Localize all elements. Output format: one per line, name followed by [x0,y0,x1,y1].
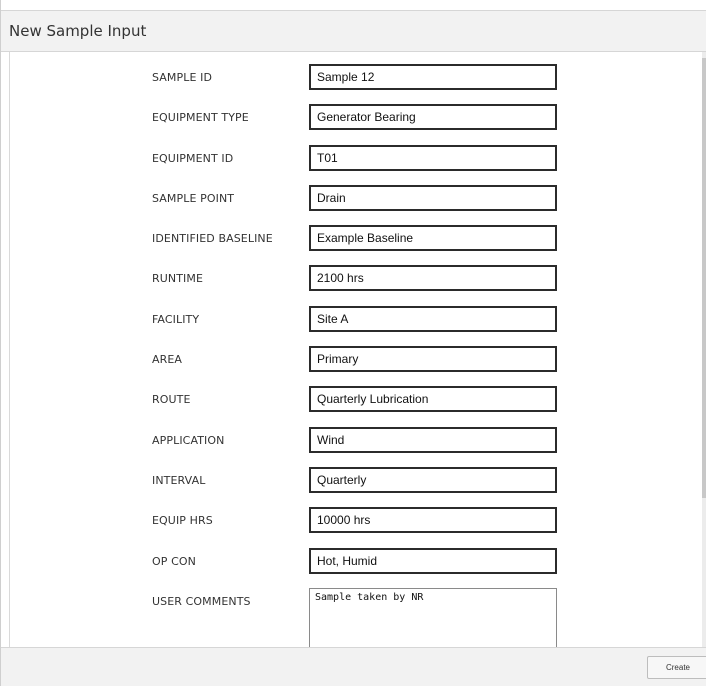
route-field[interactable] [309,386,557,412]
area-field[interactable] [309,346,557,372]
form-body[interactable]: SAMPLE ID EQUIPMENT TYPE EQUIPMENT ID SA… [9,52,706,648]
equipment-id-row: EQUIPMENT ID [10,145,700,173]
dialog-header: New Sample Input [1,10,706,52]
equipment-type-label: EQUIPMENT TYPE [152,111,249,124]
facility-row: FACILITY [10,306,700,334]
equip-hrs-row: EQUIP HRS [10,507,700,535]
equip-hrs-label: EQUIP HRS [152,514,213,527]
application-row: APPLICATION [10,427,700,455]
interval-label: INTERVAL [152,474,206,487]
runtime-field[interactable] [309,265,557,291]
runtime-label: RUNTIME [152,272,204,285]
create-button[interactable]: Create [647,656,706,679]
area-label: AREA [152,353,183,366]
user-comments-row: USER COMMENTS Sample taken by NR [10,588,700,648]
user-comments-label: USER COMMENTS [152,595,251,608]
dialog-title: New Sample Input [9,22,147,40]
user-comments-textarea[interactable]: Sample taken by NR [309,588,557,648]
sample-id-field[interactable] [309,64,557,90]
identified-baseline-label: IDENTIFIED BASELINE [152,232,273,245]
sample-point-label: SAMPLE POINT [152,192,235,205]
facility-label: FACILITY [152,313,200,326]
op-con-row: OP CON [10,548,700,576]
equip-hrs-field[interactable] [309,507,557,533]
interval-field[interactable] [309,467,557,493]
identified-baseline-field[interactable] [309,225,557,251]
sample-point-row: SAMPLE POINT [10,185,700,213]
interval-row: INTERVAL [10,467,700,495]
scrollbar-thumb[interactable] [702,58,706,498]
route-label: ROUTE [152,393,191,406]
application-field[interactable] [309,427,557,453]
area-row: AREA [10,346,700,374]
sample-id-label: SAMPLE ID [152,71,213,84]
op-con-field[interactable] [309,548,557,574]
equipment-id-label: EQUIPMENT ID [152,152,234,165]
identified-baseline-row: IDENTIFIED BASELINE [10,225,700,253]
dialog-footer: Create [1,647,706,686]
sample-point-field[interactable] [309,185,557,211]
equipment-id-field[interactable] [309,145,557,171]
equipment-type-row: EQUIPMENT TYPE [10,104,700,132]
op-con-label: OP CON [152,555,196,568]
application-label: APPLICATION [152,434,225,447]
equipment-type-field[interactable] [309,104,557,130]
new-sample-dialog: New Sample Input SAMPLE ID EQUIPMENT TYP… [0,0,706,686]
runtime-row: RUNTIME [10,265,700,293]
sample-id-row: SAMPLE ID [10,64,700,92]
facility-field[interactable] [309,306,557,332]
route-row: ROUTE [10,386,700,414]
